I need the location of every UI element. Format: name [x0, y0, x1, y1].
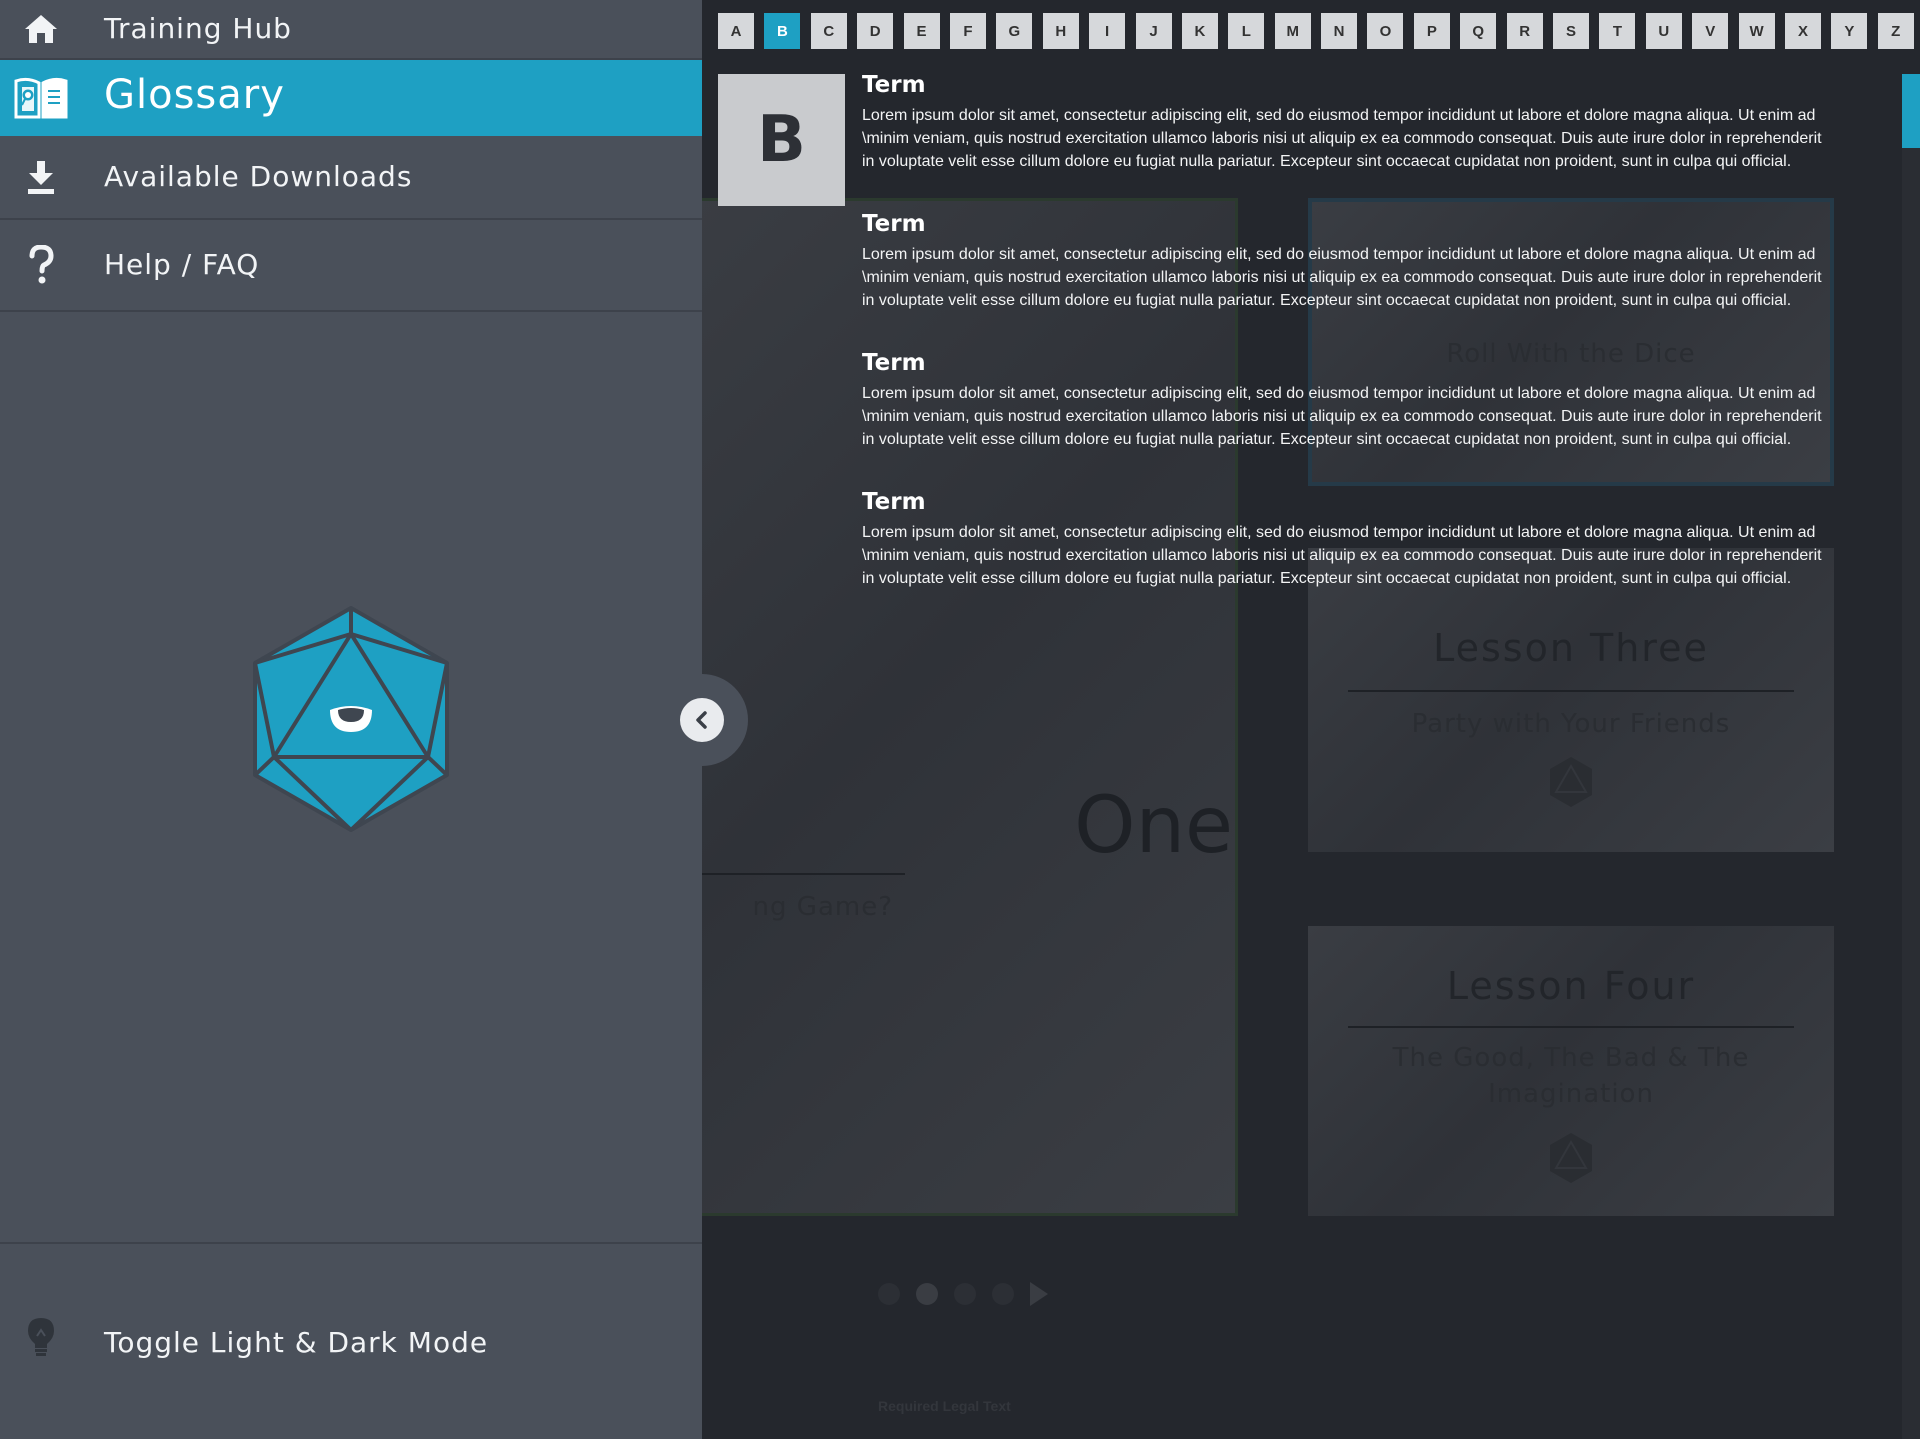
home-icon	[18, 6, 64, 52]
lesson-one-title: One	[1074, 781, 1233, 871]
glossary-definition: Lorem ipsum dolor sit amet, consectetur …	[862, 524, 1822, 587]
nav-label: Training Hub	[104, 12, 292, 45]
scrollbar-track[interactable]	[1902, 148, 1920, 1439]
nav-label: Toggle Light & Dark Mode	[104, 1326, 489, 1359]
glossary-term: Term	[862, 489, 926, 515]
letter-h-button[interactable]: H	[1042, 13, 1079, 49]
glossary-entry: Term Lorem ipsum dolor sit amet, consect…	[862, 487, 1830, 626]
letter-j-button[interactable]: J	[1135, 13, 1172, 49]
glossary-definition: Lorem ipsum dolor sit amet, consectetur …	[862, 385, 1822, 448]
letter-l-button[interactable]: L	[1228, 13, 1265, 49]
nav-item-help-faq[interactable]: Help / FAQ	[0, 220, 702, 312]
pager-dot[interactable]	[954, 1283, 976, 1305]
letter-s-button[interactable]: S	[1553, 13, 1590, 49]
lesson-three-title: Lesson Three	[1433, 626, 1709, 670]
letter-a-button[interactable]: A	[718, 13, 754, 49]
lesson-four-card: Lesson Four The Good, The Bad & The Imag…	[1308, 926, 1834, 1216]
next-arrow-icon[interactable]	[1030, 1282, 1048, 1306]
letter-m-button[interactable]: M	[1274, 13, 1311, 49]
letter-u-button[interactable]: U	[1645, 13, 1682, 49]
glossary-definition: Lorem ipsum dolor sit amet, consectetur …	[862, 246, 1822, 309]
glossary-entry: Term Lorem ipsum dolor sit amet, consect…	[862, 348, 1830, 487]
glossary-definition: Lorem ipsum dolor sit amet, consectetur …	[862, 107, 1822, 170]
glossary-term: Term	[862, 72, 926, 98]
selected-letter-tile: B	[718, 74, 845, 206]
nav-item-glossary[interactable]: Glossary	[0, 60, 702, 136]
glossary-term: Term	[862, 350, 926, 376]
divider	[1348, 1026, 1794, 1028]
alphabet-bar: ABCDEFGHIJKLMNOPQRSTUVWXYZ	[718, 13, 1914, 49]
letter-n-button[interactable]: N	[1321, 13, 1358, 49]
nav-label: Available Downloads	[104, 160, 413, 193]
letter-p-button[interactable]: P	[1413, 13, 1450, 49]
letter-c-button[interactable]: C	[810, 13, 847, 49]
nav-item-available-downloads[interactable]: Available Downloads	[0, 136, 702, 220]
lesson-four-subtitle: The Good, The Bad & The Imagination	[1392, 1043, 1750, 1109]
nav-label: Help / FAQ	[104, 248, 260, 281]
book-magnifier-icon	[12, 74, 70, 122]
sidebar: Training Hub Glossary Available Download…	[0, 0, 702, 1439]
glossary-entry: Term Lorem ipsum dolor sit amet, consect…	[862, 209, 1830, 348]
toggle-light-dark-mode[interactable]: Toggle Light & Dark Mode	[0, 1242, 702, 1439]
letter-w-button[interactable]: W	[1738, 13, 1775, 49]
divider	[693, 873, 905, 875]
d20-eye-logo	[253, 606, 449, 832]
letter-g-button[interactable]: G	[996, 13, 1033, 49]
download-icon	[18, 154, 64, 200]
pager-dot-active[interactable]	[916, 1283, 938, 1305]
chevron-left-icon	[696, 711, 707, 729]
nav-label: Glossary	[104, 72, 285, 118]
letter-e-button[interactable]: E	[903, 13, 940, 49]
lesson-three-subtitle: Party with Your Friends	[1411, 709, 1731, 739]
divider	[1348, 690, 1794, 692]
letter-t-button[interactable]: T	[1599, 13, 1636, 49]
letter-d-button[interactable]: D	[857, 13, 894, 49]
glossary-term: Term	[862, 211, 926, 237]
lesson-one-subtitle: ng Game?	[752, 892, 893, 922]
pager-dot[interactable]	[992, 1283, 1014, 1305]
nav-item-training-hub[interactable]: Training Hub	[0, 0, 702, 60]
d20-icon	[1550, 1133, 1592, 1183]
lesson-four-title: Lesson Four	[1446, 964, 1696, 1008]
question-icon	[18, 242, 64, 288]
letter-v-button[interactable]: V	[1692, 13, 1729, 49]
letter-i-button[interactable]: I	[1089, 13, 1126, 49]
glossary-list: Term Lorem ipsum dolor sit amet, consect…	[862, 70, 1830, 626]
letter-y-button[interactable]: Y	[1831, 13, 1868, 49]
letter-x-button[interactable]: X	[1784, 13, 1821, 49]
d20-icon	[1550, 757, 1592, 807]
glossary-entry: Term Lorem ipsum dolor sit amet, consect…	[862, 70, 1830, 209]
letter-b-button[interactable]: B	[764, 13, 801, 49]
legal-text: Required Legal Text	[878, 1398, 1011, 1414]
letter-r-button[interactable]: R	[1506, 13, 1543, 49]
letter-o-button[interactable]: O	[1367, 13, 1404, 49]
collapse-sidebar-button[interactable]	[680, 698, 724, 742]
lightbulb-icon	[18, 1314, 64, 1360]
letter-z-button[interactable]: Z	[1877, 13, 1914, 49]
letter-k-button[interactable]: K	[1181, 13, 1218, 49]
lesson-pager	[878, 1282, 1048, 1306]
letter-q-button[interactable]: Q	[1460, 13, 1497, 49]
letter-f-button[interactable]: F	[949, 13, 986, 49]
pager-dot[interactable]	[878, 1283, 900, 1305]
scrollbar-thumb[interactable]	[1902, 74, 1920, 148]
